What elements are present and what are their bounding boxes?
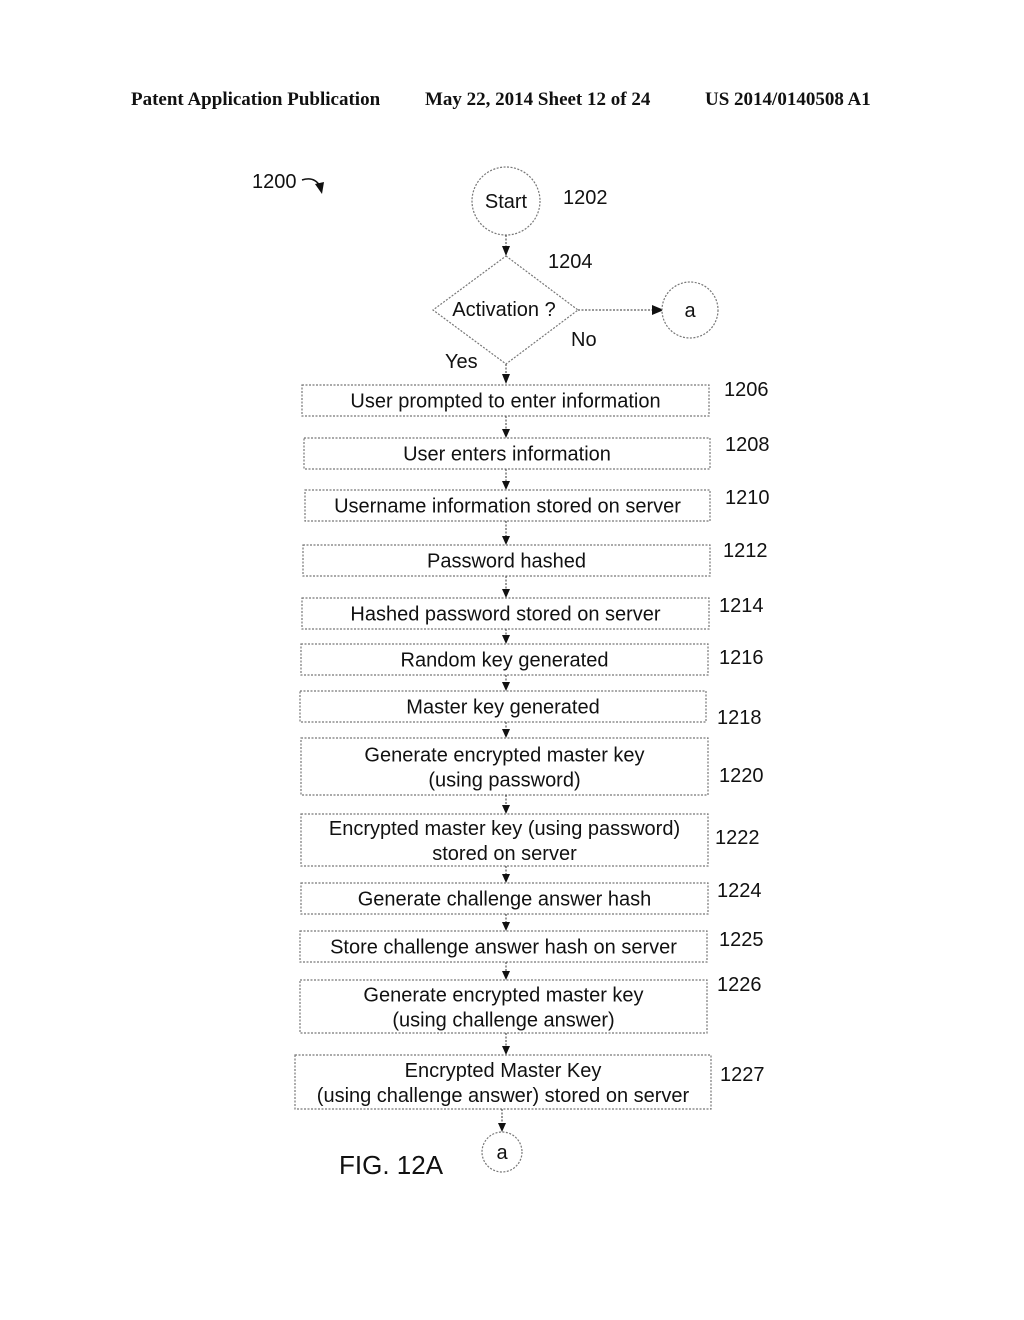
- step-ref: 1206: [724, 379, 769, 401]
- step-text: Random key generated: [401, 650, 609, 672]
- arrowhead: [502, 429, 510, 438]
- step-1210: Username information stored on server 121…: [304, 487, 770, 522]
- step-text: Hashed password stored on server: [350, 604, 660, 626]
- flowchart: 1200 Start 1202 Activation ? 1204 No Yes…: [252, 166, 770, 1180]
- arrowhead: [502, 874, 510, 883]
- arrowhead: [502, 682, 510, 691]
- step-text: User enters information: [403, 444, 611, 466]
- step-ref: 1227: [720, 1064, 765, 1086]
- arrowhead: [502, 729, 510, 738]
- step-1216: Random key generated 1216: [300, 643, 764, 676]
- step-ref: 1220: [719, 765, 764, 787]
- step-1220: Generate encrypted master key (using pass…: [300, 737, 764, 796]
- step-text: Master key generated: [406, 697, 599, 719]
- step-text: Username information stored on server: [334, 496, 681, 518]
- step-1208: User enters information 1208: [303, 434, 770, 470]
- step-1222: Encrypted master key (using password) sto…: [300, 813, 760, 867]
- step-text: (using challenge answer): [392, 1010, 614, 1032]
- step-ref: 1226: [717, 974, 762, 996]
- step-ref: 1224: [717, 880, 762, 902]
- step-text: (using password): [428, 770, 580, 792]
- step-1224: Generate challenge answer hash 1224: [300, 880, 762, 915]
- start-label: Start: [485, 191, 528, 213]
- step-text: Password hashed: [427, 551, 586, 573]
- connector-end-label: a: [496, 1142, 508, 1164]
- decision-yes-label: Yes: [445, 351, 478, 373]
- connector-a-label: a: [684, 300, 696, 322]
- figure-ref: 1200: [252, 171, 297, 193]
- step-ref: 1210: [725, 487, 770, 509]
- decision-no-label: No: [571, 329, 597, 351]
- step-text: (using challenge answer) stored on serve…: [317, 1085, 690, 1107]
- step-ref: 1218: [717, 707, 762, 729]
- step-text: Generate encrypted master key: [364, 745, 644, 767]
- arrowhead: [502, 536, 510, 545]
- figure-label: FIG. 12A: [339, 1150, 444, 1180]
- step-text: Encrypted master key (using password): [329, 818, 680, 840]
- arrowhead: [502, 922, 510, 931]
- step-1214: Hashed password stored on server 1214: [301, 595, 764, 630]
- step-ref: 1208: [725, 434, 770, 456]
- arrowhead: [502, 589, 510, 598]
- arrowhead: [502, 805, 510, 814]
- step-1227: Encrypted Master Key (using challenge ans…: [294, 1054, 765, 1110]
- step-1206: User prompted to enter information 1206: [301, 379, 769, 417]
- step-1212: Password hashed 1212: [302, 540, 768, 577]
- step-ref: 1225: [719, 929, 764, 951]
- step-ref: 1212: [723, 540, 768, 562]
- step-ref: 1216: [719, 647, 764, 669]
- step-text: Generate challenge answer hash: [358, 889, 652, 911]
- arrowhead: [502, 971, 510, 980]
- step-ref: 1214: [719, 595, 764, 617]
- step-ref: 1222: [715, 827, 760, 849]
- decision-ref: 1204: [548, 251, 593, 273]
- step-text: Store challenge answer hash on server: [330, 937, 677, 959]
- arrowhead: [502, 246, 510, 256]
- step-text: User prompted to enter information: [350, 391, 660, 413]
- arrowhead: [502, 374, 510, 384]
- step-1226: Generate encrypted master key (using chal…: [299, 974, 762, 1034]
- decision-label: Activation ?: [452, 299, 555, 321]
- step-text: stored on server: [432, 843, 577, 865]
- step-text: Generate encrypted master key: [363, 985, 643, 1007]
- arrowhead: [502, 635, 510, 644]
- step-1225: Store challenge answer hash on server 122…: [299, 929, 764, 963]
- step-1218: Master key generated 1218: [299, 690, 762, 729]
- start-ref: 1202: [563, 187, 608, 209]
- step-text: Encrypted Master Key: [405, 1060, 602, 1082]
- arrowhead: [502, 1046, 510, 1055]
- figure-ref-arrowhead: [315, 182, 324, 194]
- arrowhead: [502, 481, 510, 490]
- arrowhead: [498, 1123, 506, 1132]
